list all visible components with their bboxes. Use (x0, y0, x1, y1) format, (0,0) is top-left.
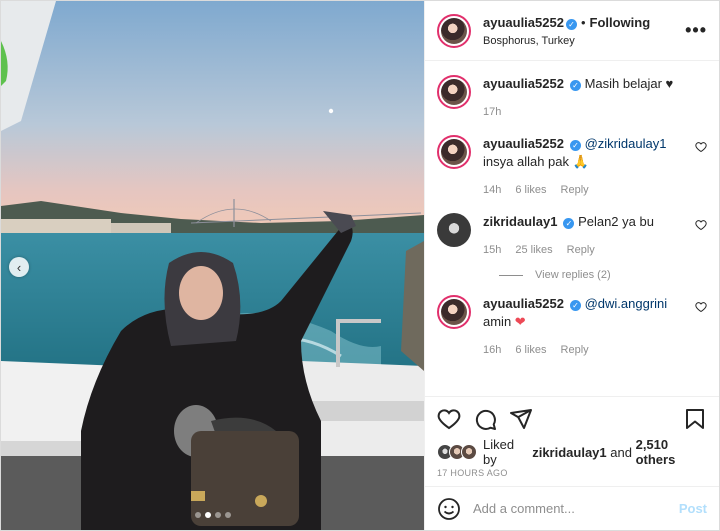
likes-count[interactable]: 2,510 others (636, 437, 707, 467)
bookmark-icon[interactable] (683, 407, 707, 431)
comment-meta: 16h 6 likes Reply (483, 341, 695, 359)
likes-summary: Liked by zikridaulay1 and 2,510 others (425, 437, 719, 467)
post-comment-button[interactable]: Post (679, 501, 707, 516)
avatar[interactable] (437, 213, 471, 247)
location-link[interactable]: Bosphorus, Turkey (483, 35, 685, 48)
comment-meta: 17h (483, 103, 707, 121)
like-comment-heart-icon[interactable] (695, 301, 707, 313)
liker-avatars (437, 444, 477, 460)
comment-time[interactable]: 16h (483, 341, 501, 359)
comment-time[interactable]: 15h (483, 241, 501, 259)
comments-list: ayuaulia5252 ✓ Masih belajar ♥ 17h ayuaul… (425, 61, 719, 396)
chevron-left-icon: ‹ (16, 259, 22, 275)
reply-button[interactable]: Reply (561, 341, 589, 359)
liked-by-prefix: Liked by (483, 437, 515, 467)
like-heart-icon[interactable] (437, 407, 461, 431)
comment-item: zikridaulay1 ✓ Pelan2 ya bu 15h 25 likes … (437, 213, 707, 259)
comment-meta: 14h 6 likes Reply (483, 181, 695, 199)
comment-body: zikridaulay1 ✓ Pelan2 ya bu 15h 25 likes … (483, 213, 695, 259)
comment-username[interactable]: zikridaulay1 (483, 214, 557, 229)
verified-badge-icon: ✓ (563, 218, 575, 229)
post-timestamp[interactable]: 17 HOURS AGO (425, 464, 719, 486)
mention-link[interactable]: @dwi.anggrini (585, 296, 668, 311)
view-replies-button[interactable]: View replies (2) (499, 269, 707, 281)
post-side-panel: ayuaulia5252 ✓ • Following Bosphorus, Turke… (424, 1, 719, 530)
comment-item: ayuaulia5252 ✓ @dwi.anggrini amin ❤ 16h 6… (437, 295, 707, 359)
caption: ayuaulia5252 ✓ Masih belajar ♥ 17h (437, 75, 707, 121)
instagram-post-window: ‹ ayuaulia5252 ✓ • Following Bosphorus, Tur… (0, 0, 720, 531)
header-username[interactable]: ayuaulia5252 (483, 15, 564, 30)
verified-badge-icon: ✓ (565, 19, 577, 31)
separator-dot: • (580, 15, 586, 31)
emoji-smiley-icon[interactable] (437, 497, 461, 521)
comment-body: ayuaulia5252 ✓ Masih belajar ♥ 17h (483, 75, 707, 121)
following-button[interactable]: Following (590, 15, 651, 30)
comment-input[interactable] (473, 501, 679, 516)
carousel-dot-active (204, 512, 211, 518)
verified-badge-icon: ✓ (569, 140, 581, 151)
comment-item: ayuaulia5252 ✓ @zikridaulay1 insya allah … (437, 135, 707, 199)
comment-username[interactable]: ayuaulia5252 (483, 76, 564, 91)
carousel-dot (214, 512, 221, 518)
verified-badge-icon: ✓ (569, 80, 581, 91)
liked-by-user[interactable]: zikridaulay1 (532, 445, 606, 460)
liked-by-and: and (610, 444, 632, 460)
carousel-dot (194, 512, 201, 518)
photo-scene (1, 1, 424, 530)
reply-button[interactable]: Reply (567, 241, 595, 259)
comment-time[interactable]: 17h (483, 103, 501, 121)
comment-likes[interactable]: 6 likes (515, 181, 546, 199)
comment-likes[interactable]: 25 likes (515, 241, 552, 259)
carousel-indicator (194, 512, 231, 518)
add-comment-bar: Post (425, 486, 719, 530)
post-action-bar (425, 396, 719, 440)
comment-meta: 15h 25 likes Reply (483, 241, 695, 259)
avatar[interactable] (437, 295, 471, 329)
comment-text: amin ❤ (483, 314, 526, 329)
share-paper-plane-icon[interactable] (509, 407, 533, 431)
mention-link[interactable]: @zikridaulay1 (585, 136, 667, 151)
comment-likes[interactable]: 6 likes (515, 341, 546, 359)
comment-username[interactable]: ayuaulia5252 (483, 296, 564, 311)
post-header: ayuaulia5252 ✓ • Following Bosphorus, Turke… (425, 1, 719, 61)
reply-button[interactable]: Reply (561, 181, 589, 199)
comment-body: ayuaulia5252 ✓ @dwi.anggrini amin ❤ 16h 6… (483, 295, 695, 359)
avatar[interactable] (437, 75, 471, 109)
avatar[interactable] (437, 135, 471, 169)
comment-bubble-icon[interactable] (473, 407, 497, 431)
comment-time[interactable]: 14h (483, 181, 501, 199)
verified-badge-icon: ✓ (569, 300, 581, 311)
comment-body: ayuaulia5252 ✓ @zikridaulay1 insya allah … (483, 135, 695, 199)
carousel-prev-button[interactable]: ‹ (9, 257, 29, 277)
like-comment-heart-icon[interactable] (695, 219, 707, 231)
comment-text: Pelan2 ya bu (578, 214, 654, 229)
comment-text: Masih belajar ♥ (584, 76, 674, 91)
carousel-dot (224, 512, 231, 518)
comment-text: insya allah pak 🙏 (483, 154, 589, 169)
avatar[interactable] (437, 13, 471, 48)
more-options-icon[interactable]: ••• (685, 20, 707, 41)
header-meta: ayuaulia5252 ✓ • Following Bosphorus, Turke… (483, 13, 685, 47)
avatar (461, 444, 477, 460)
like-comment-heart-icon[interactable] (695, 141, 707, 153)
view-replies-label: View replies (2) (535, 269, 611, 281)
divider (499, 274, 523, 276)
post-photo[interactable]: ‹ (1, 1, 424, 530)
comment-username[interactable]: ayuaulia5252 (483, 136, 564, 151)
